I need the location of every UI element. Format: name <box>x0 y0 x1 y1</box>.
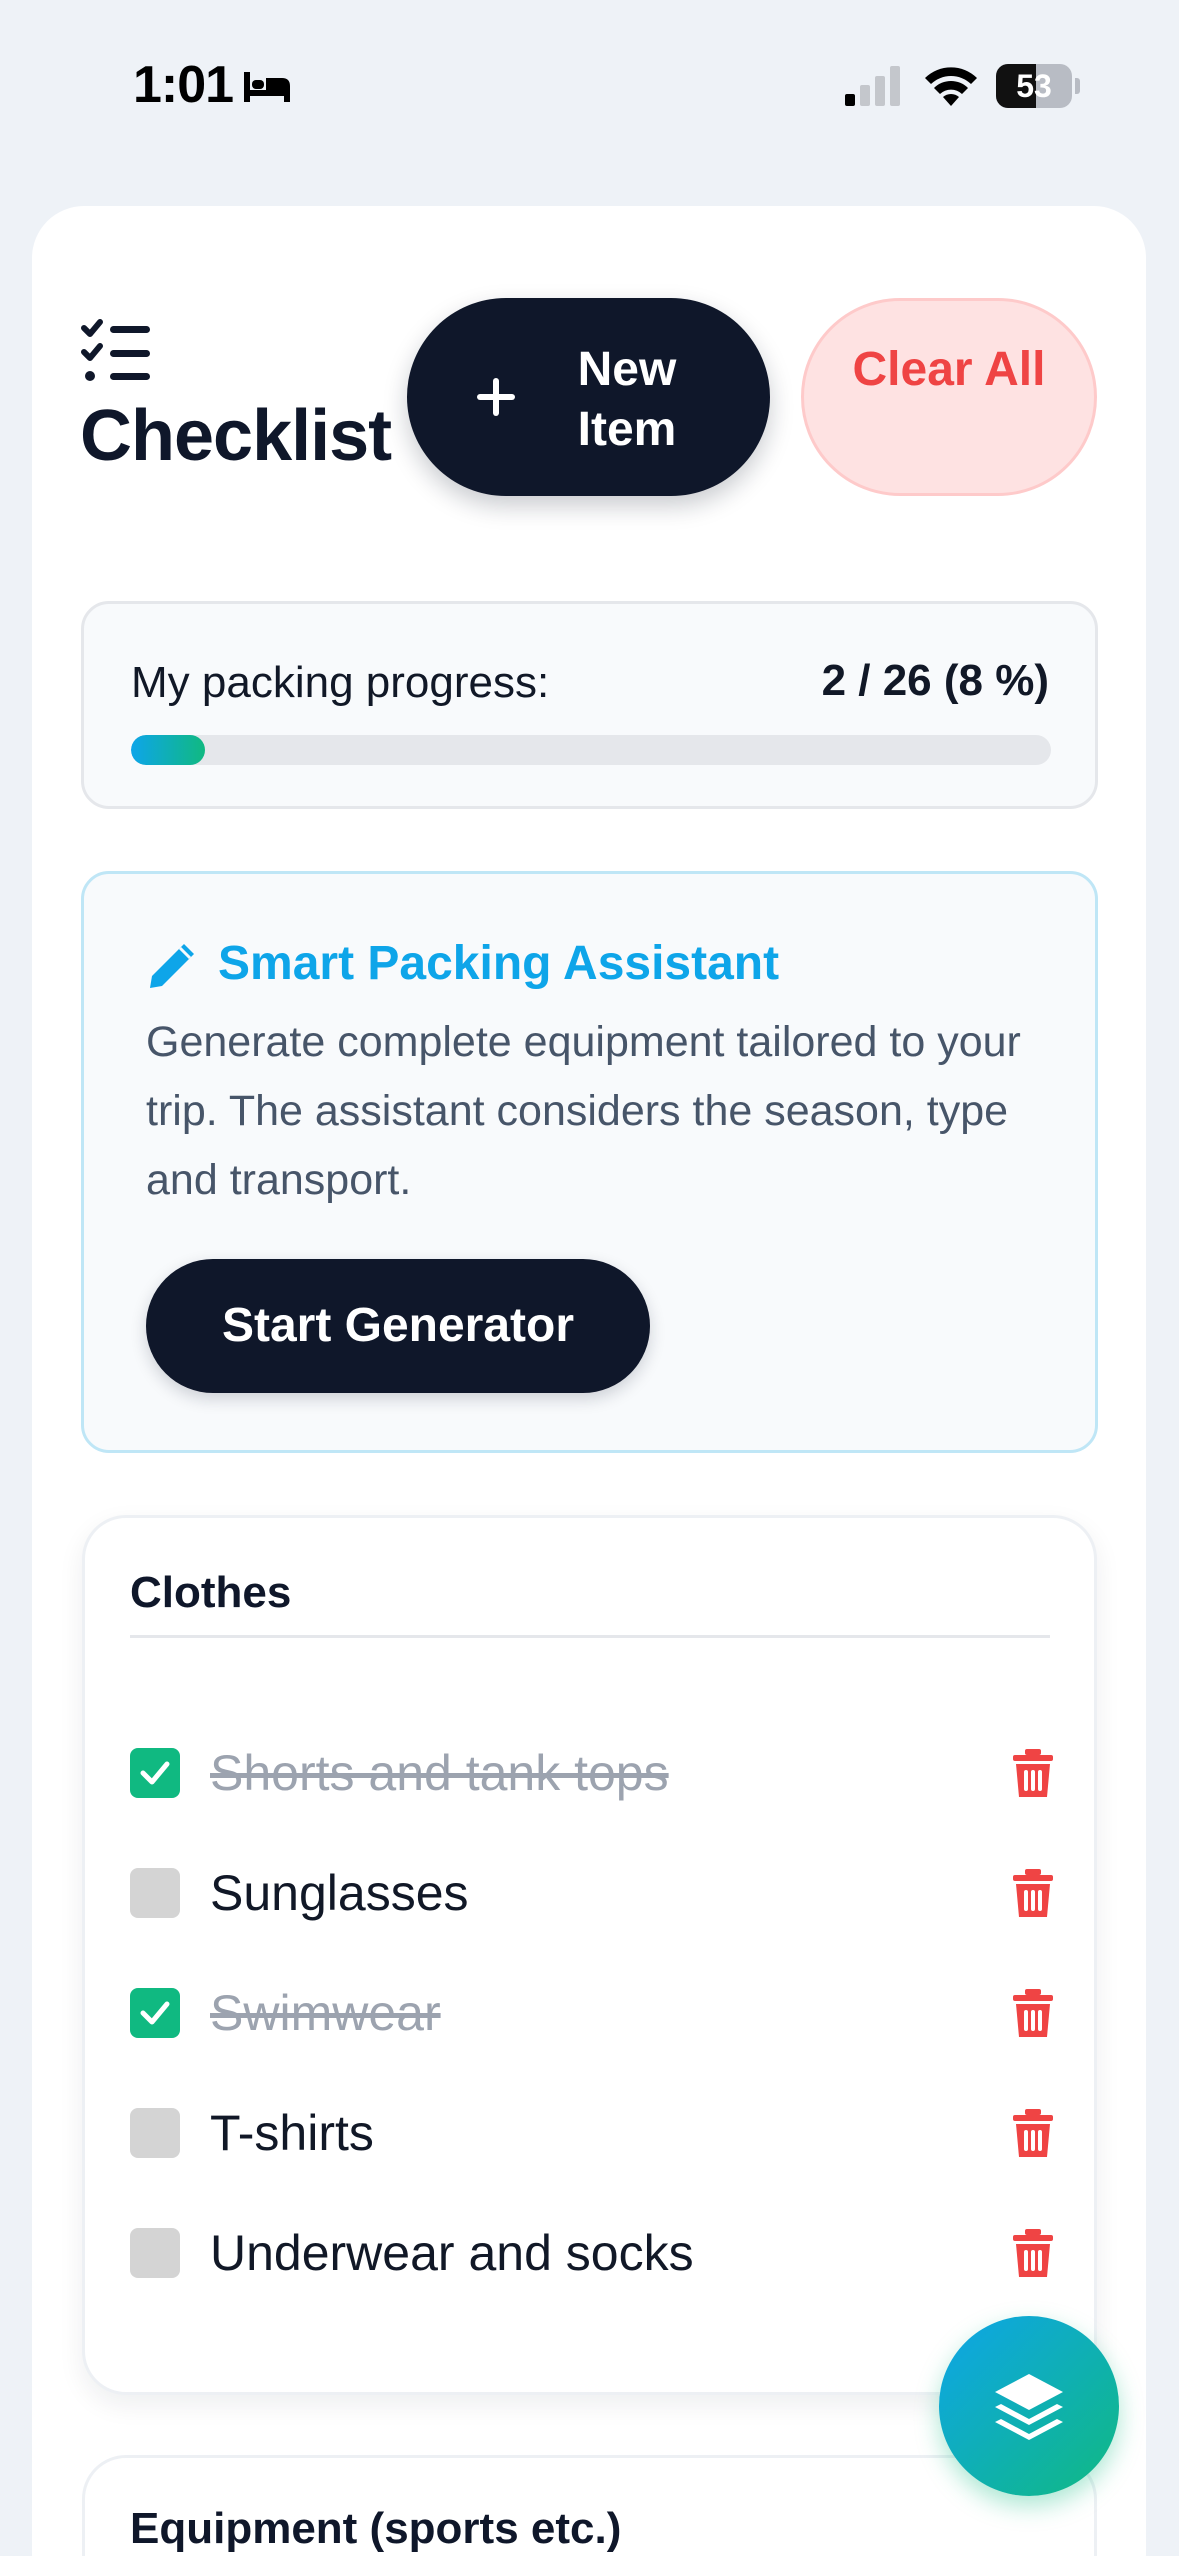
progress-bar-fill <box>131 735 205 765</box>
item-checkbox[interactable] <box>130 2108 180 2158</box>
list-item: Shorts and tank tops <box>130 1728 1055 1818</box>
progress-card: My packing progress: 2 / 26 (8 %) <box>81 601 1098 809</box>
category-title: Equipment (sports etc.) <box>130 2504 622 2553</box>
item-checkbox[interactable] <box>130 1748 180 1798</box>
plus-icon <box>477 378 515 416</box>
layers-fab-button[interactable] <box>939 2316 1119 2496</box>
item-label: Shorts and tank tops <box>210 1745 669 1801</box>
trash-icon[interactable] <box>1011 1867 1055 1919</box>
clear-all-label: Clear All <box>852 343 1046 396</box>
battery-icon: 53 <box>996 64 1080 108</box>
check-icon <box>140 2001 170 2025</box>
bed-icon <box>244 72 290 102</box>
clear-all-button[interactable]: Clear All <box>801 298 1097 496</box>
item-label: Sunglasses <box>210 1865 469 1921</box>
cellular-signal-icon <box>845 66 900 106</box>
check-icon <box>140 1761 170 1785</box>
assistant-description: Generate complete equipment tailored to … <box>146 1018 1021 1204</box>
trash-icon[interactable] <box>1011 1747 1055 1799</box>
list-item: T-shirts <box>130 2088 1055 2178</box>
category-card-clothes: Clothes Shorts and tank tops Sunglasses <box>82 1515 1097 2395</box>
item-checkbox[interactable] <box>130 1988 180 2038</box>
trash-icon[interactable] <box>1011 2107 1055 2159</box>
item-label: Underwear and socks <box>210 2225 694 2281</box>
list-item: Swimwear <box>130 1968 1055 2058</box>
category-card-equipment: Equipment (sports etc.) <box>82 2455 1097 2556</box>
layers-icon <box>995 2374 1063 2440</box>
status-time: 1:01 <box>133 56 234 114</box>
start-generator-label: Start Generator <box>221 1299 575 1352</box>
checklist-icon <box>81 319 150 381</box>
trash-icon[interactable] <box>1011 1987 1055 2039</box>
new-item-label: New Item <box>577 343 677 456</box>
new-item-button[interactable]: New Item <box>407 298 770 496</box>
list-item: Sunglasses <box>130 1848 1055 1938</box>
assistant-title: Smart Packing Assistant <box>218 937 780 990</box>
list-item: Underwear and socks <box>130 2208 1055 2298</box>
status-bar: 1:01 53 <box>0 0 1179 150</box>
smart-packing-assistant-card: Smart Packing Assistant Generate complet… <box>81 871 1098 1453</box>
page-title: Checklist <box>80 396 392 476</box>
progress-label: My packing progress: <box>131 658 550 707</box>
category-title: Clothes <box>130 1568 292 1617</box>
item-label: T-shirts <box>210 2105 374 2161</box>
item-checkbox[interactable] <box>130 2228 180 2278</box>
start-generator-button[interactable]: Start Generator <box>146 1259 650 1393</box>
progress-bar <box>131 735 1051 765</box>
wifi-icon <box>925 67 977 106</box>
pencil-icon <box>150 944 194 988</box>
item-label: Swimwear <box>210 1985 441 2041</box>
battery-level: 53 <box>1016 68 1052 104</box>
item-checkbox[interactable] <box>130 1868 180 1918</box>
trash-icon[interactable] <box>1011 2227 1055 2279</box>
category-divider <box>130 1635 1050 1638</box>
progress-count: 2 / 26 (8 %) <box>821 656 1049 705</box>
